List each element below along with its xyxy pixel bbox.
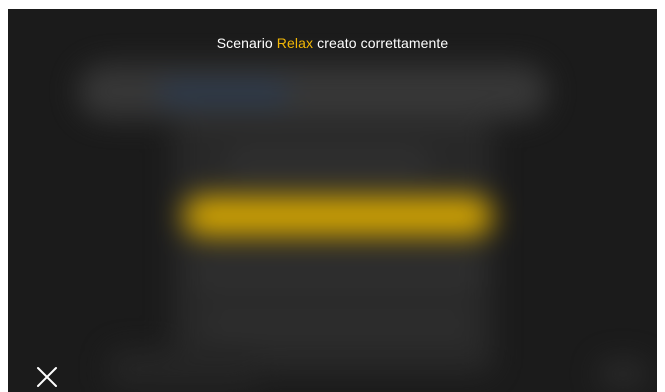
- scenario-name: Relax: [276, 35, 314, 51]
- screen: Scenario Relax creato correttamente: [8, 9, 657, 392]
- blurred-footer-left: [108, 349, 258, 389]
- message-suffix: creato correttamente: [317, 35, 449, 51]
- success-message: Scenario Relax creato correttamente: [8, 35, 657, 51]
- blurred-row: [193, 259, 483, 289]
- blurred-row: [203, 309, 473, 339]
- blurred-background: [8, 9, 657, 392]
- message-prefix: Scenario: [216, 35, 273, 51]
- blurred-header: [78, 64, 548, 119]
- blurred-panel-title: [228, 149, 428, 179]
- blurred-header-accent: [158, 84, 288, 102]
- close-icon: [37, 367, 57, 387]
- blurred-primary-button: [183, 196, 493, 236]
- blurred-footer-right: [598, 359, 648, 389]
- close-button[interactable]: [34, 364, 60, 390]
